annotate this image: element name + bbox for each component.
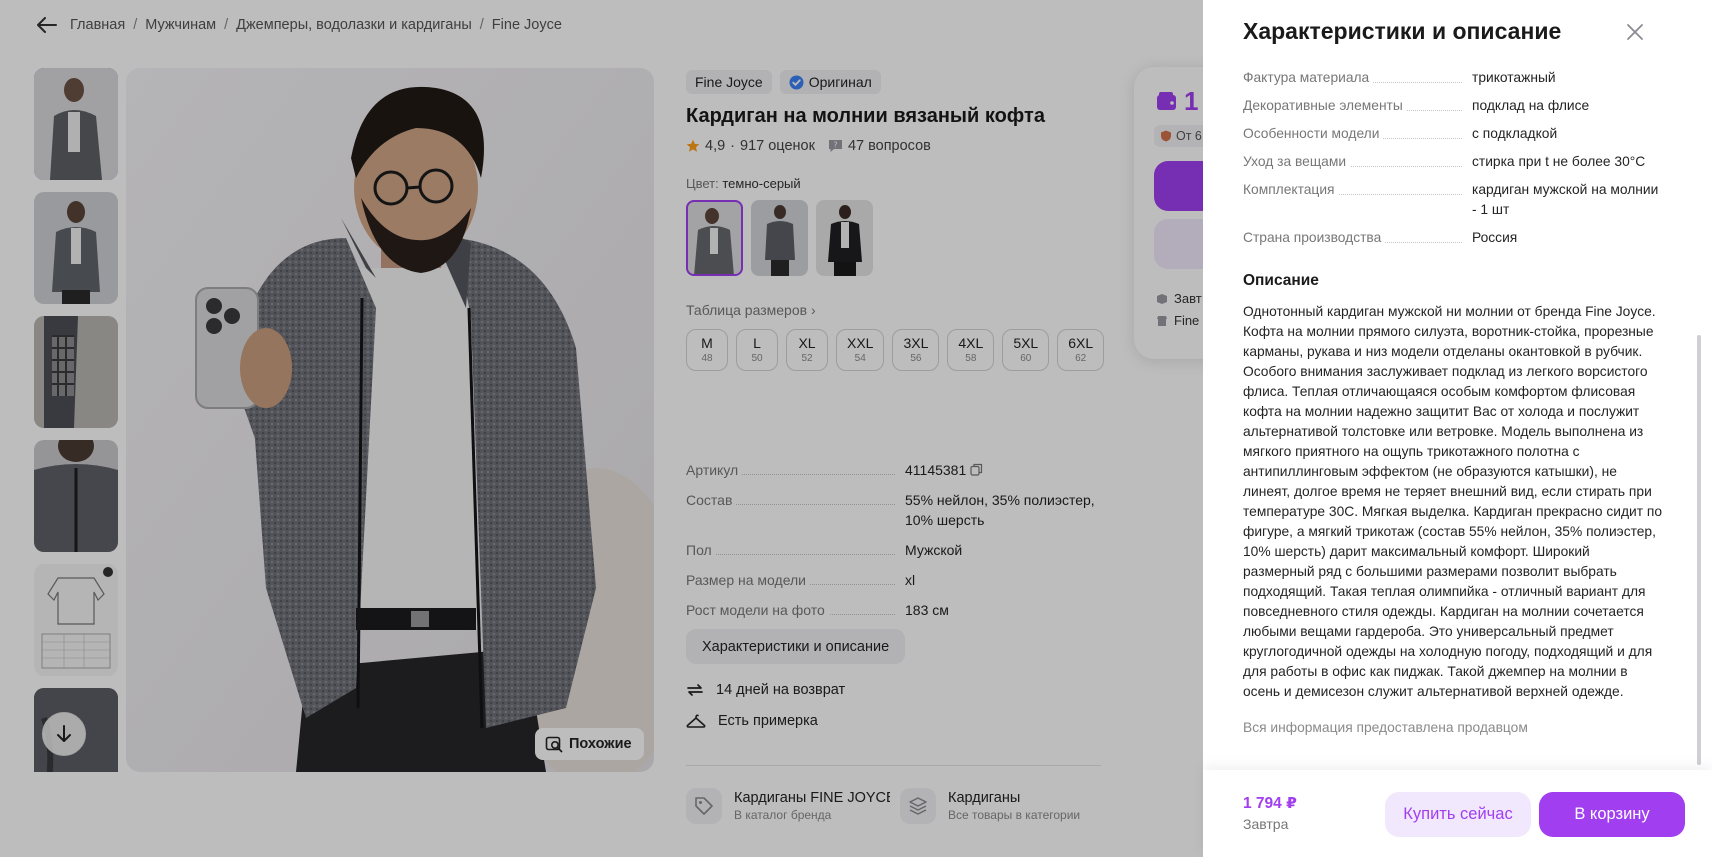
panel-title: Характеристики и описание — [1243, 18, 1562, 44]
modal-overlay[interactable] — [0, 0, 1203, 857]
spec-key: Декоративные элементы — [1243, 96, 1472, 116]
seller-disclaimer: Вся информация предоставлена продавцом — [1243, 720, 1528, 735]
spec-key: Особенности модели — [1243, 124, 1472, 144]
spec-row: Страна производства Россия — [1243, 228, 1663, 248]
add-to-cart-button[interactable]: В корзину — [1539, 792, 1685, 837]
close-icon — [1627, 24, 1643, 40]
spec-row: Особенности модели с подкладкой — [1243, 124, 1663, 144]
footer-price: 1 794 ₽ — [1243, 795, 1297, 812]
spec-value: Россия — [1472, 230, 1518, 245]
spec-list: Фактура материала трикотажный Декоративные… — [1243, 68, 1663, 248]
spec-key: Страна производства — [1243, 228, 1472, 248]
panel-content[interactable]: Фактура материала трикотажный Декоративные… — [1243, 68, 1663, 768]
spec-key: Фактура материала — [1243, 68, 1472, 88]
spec-value: стирка при t не более 30°C — [1472, 154, 1646, 169]
buy-now-button[interactable]: Купить сейчас — [1385, 792, 1531, 837]
spec-row: Декоративные элементы подклад на флисе — [1243, 96, 1663, 116]
close-button[interactable] — [1623, 20, 1647, 44]
description-heading: Описание — [1243, 272, 1319, 289]
spec-value: кардиган мужской на молнии - 1 шт — [1472, 182, 1659, 217]
spec-value: с подкладкой — [1472, 126, 1558, 141]
footer-delivery-date: Завтра — [1243, 816, 1289, 832]
description-text: Однотонный кардиган мужской ни молнии от… — [1243, 304, 1662, 699]
spec-key: Комплектация — [1243, 180, 1472, 220]
panel-footer: 1 794 ₽ Завтра Купить сейчас В корзину — [1203, 770, 1712, 857]
panel-scrollbar[interactable] — [1697, 335, 1701, 765]
characteristics-panel: Характеристики и описание Фактура матери… — [1203, 0, 1712, 857]
spec-row: Фактура материала трикотажный — [1243, 68, 1663, 88]
spec-key: Уход за вещами — [1243, 152, 1472, 172]
spec-row: Уход за вещами стирка при t не более 30°C — [1243, 152, 1663, 172]
spec-value: трикотажный — [1472, 70, 1556, 85]
spec-value: подклад на флисе — [1472, 98, 1590, 113]
spec-row: Комплектация кардиган мужской на молнии -… — [1243, 180, 1663, 220]
